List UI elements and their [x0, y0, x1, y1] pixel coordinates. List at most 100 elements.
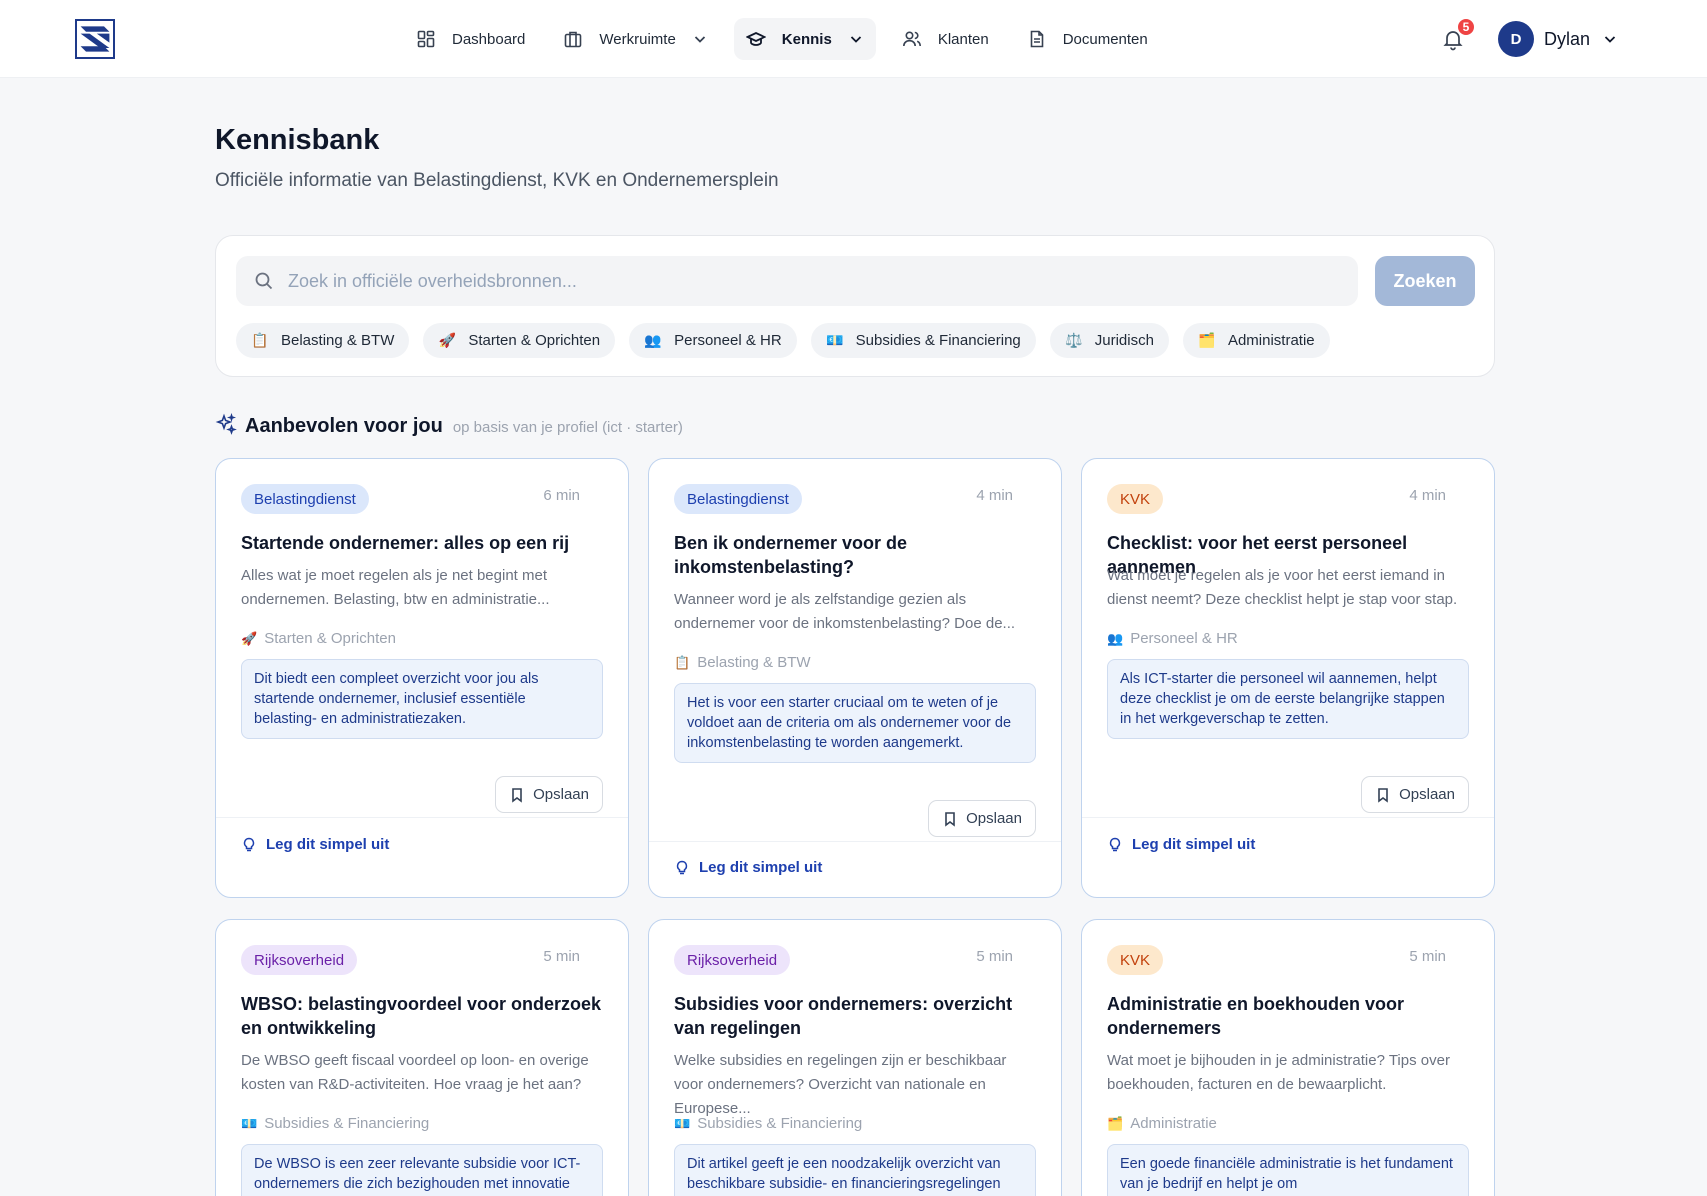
search-button[interactable]: Zoeken	[1375, 256, 1475, 306]
reading-time: 6 min	[543, 487, 580, 504]
article-title[interactable]: Startende ondernemer: alles op een rij	[241, 531, 606, 555]
user-menu[interactable]: D Dylan	[1498, 21, 1618, 57]
chip-juridisch[interactable]: ⚖️ Juridisch	[1049, 323, 1169, 358]
nav-documenten-label: Documenten	[1062, 30, 1148, 48]
lightbulb-icon	[674, 860, 690, 876]
article-title[interactable]: WBSO: belastingvoordeel voor onderzoek e…	[241, 992, 606, 1040]
reading-time: 5 min	[976, 948, 1013, 965]
source-badge: Rijksoverheid	[241, 945, 358, 975]
article-card[interactable]: KVK 4 min Checklist: voor het eerst pers…	[1081, 458, 1495, 898]
explain-simple-link[interactable]: Leg dit simpel uit	[1107, 836, 1255, 853]
save-button[interactable]: Opslaan	[495, 776, 603, 813]
recommendation-reason: De WBSO is een zeer relevante subsidie v…	[241, 1144, 603, 1196]
article-title[interactable]: Subsidies voor ondernemers: overzicht va…	[674, 992, 1039, 1040]
recommendation-reason: Een goede financiële administratie is he…	[1107, 1144, 1469, 1196]
save-label: Opslaan	[533, 786, 589, 803]
article-title[interactable]: Administratie en boekhouden voor onderne…	[1107, 992, 1472, 1040]
nav-dashboard-label: Dashboard	[452, 30, 526, 48]
article-description: Welke subsidies en regelingen zijn er be…	[674, 1052, 1007, 1117]
search-box	[236, 256, 1358, 306]
save-button[interactable]: Opslaan	[928, 800, 1036, 837]
folder-icon: 🗂️	[1107, 1115, 1124, 1131]
category-label: Administratie	[1130, 1115, 1217, 1132]
source-badge: Belastingdienst	[674, 484, 802, 514]
main-nav: Dashboard Werkruimte Kennis Klanten Docu…	[404, 18, 1174, 60]
source-badge: Belastingdienst	[241, 484, 369, 514]
chip-label: Administratie	[1227, 332, 1315, 349]
document-icon	[1027, 29, 1047, 49]
chip-subsidies-financiering[interactable]: 💶 Subsidies & Financiering	[810, 323, 1036, 358]
page-subtitle: Officiële informatie van Belastingdienst…	[215, 170, 779, 191]
nav-klanten-label: Klanten	[937, 30, 989, 48]
save-button[interactable]: Opslaan	[1361, 776, 1469, 813]
card-divider	[649, 841, 1061, 842]
bookmark-icon	[509, 787, 525, 803]
chip-belasting-btw[interactable]: 📋 Belasting & BTW	[236, 323, 410, 358]
chevron-down-icon	[1602, 31, 1618, 47]
recommended-note: op basis van je profiel (ict · starter)	[452, 419, 683, 436]
card-divider	[216, 817, 628, 818]
recommendation-reason: Dit artikel geeft je een noodzakelijk ov…	[674, 1144, 1036, 1196]
chevron-down-icon	[848, 31, 864, 47]
bookmark-icon	[942, 811, 958, 827]
category-filters: 📋 Belasting & BTW 🚀 Starten & Oprichten …	[236, 323, 1344, 358]
article-description: Wanneer word je als zelfstandige gezien …	[674, 591, 1016, 632]
chip-starten-oprichten[interactable]: 🚀 Starten & Oprichten	[423, 323, 616, 358]
chip-label: Belasting & BTW	[281, 332, 395, 349]
chip-label: Starten & Oprichten	[468, 332, 601, 349]
explain-simple-link[interactable]: Leg dit simpel uit	[241, 836, 389, 853]
chip-personeel-hr[interactable]: 👥 Personeel & HR	[629, 323, 797, 358]
save-label: Opslaan	[1399, 786, 1455, 803]
source-badge: KVK	[1107, 945, 1164, 975]
article-card[interactable]: Rijksoverheid 5 min Subsidies voor onder…	[648, 919, 1062, 1196]
recommended-header: Aanbevolen voor jou op basis van je prof…	[215, 410, 683, 438]
rocket-icon: 🚀	[241, 630, 258, 646]
explain-simple-link[interactable]: Leg dit simpel uit	[674, 859, 822, 876]
reading-time: 4 min	[976, 487, 1013, 504]
nav-dashboard[interactable]: Dashboard	[404, 18, 537, 60]
article-description: Wat moet je bijhouden in je administrati…	[1107, 1052, 1450, 1093]
article-card[interactable]: Belastingdienst 6 min Startende ondernem…	[215, 458, 629, 898]
article-title[interactable]: Ben ik ondernemer voor de inkomstenbelas…	[674, 531, 1039, 579]
save-label: Opslaan	[966, 810, 1022, 827]
chip-label: Juridisch	[1094, 332, 1154, 349]
article-category: 📋 Belasting & BTW	[674, 654, 811, 671]
search-input[interactable]	[288, 270, 1348, 292]
article-card[interactable]: Rijksoverheid 5 min WBSO: belastingvoord…	[215, 919, 629, 1196]
nav-kennis[interactable]: Kennis	[733, 18, 876, 60]
article-category: 🗂️ Administratie	[1107, 1115, 1217, 1132]
recommendation-reason: Dit biedt een compleet overzicht voor jo…	[241, 659, 603, 739]
top-navigation: Dashboard Werkruimte Kennis Klanten Docu…	[0, 0, 1707, 78]
scales-icon: ⚖️	[1065, 332, 1083, 348]
recommended-title: Aanbevolen voor jou	[245, 415, 443, 437]
notification-count-badge: 5	[1456, 17, 1476, 37]
source-badge: Rijksoverheid	[674, 945, 791, 975]
category-label: Subsidies & Financiering	[697, 1115, 863, 1132]
chip-label: Personeel & HR	[674, 332, 782, 349]
explain-label: Leg dit simpel uit	[699, 859, 823, 876]
explain-label: Leg dit simpel uit	[1132, 836, 1256, 853]
app-logo[interactable]	[75, 19, 115, 59]
money-icon: 💶	[674, 1115, 691, 1131]
people-icon: 👥	[1107, 630, 1124, 646]
category-label: Belasting & BTW	[697, 654, 811, 671]
graduation-cap-icon	[745, 29, 766, 49]
briefcase-icon	[563, 29, 583, 49]
search-panel: Zoeken 📋 Belasting & BTW 🚀 Starten & Opr…	[215, 235, 1495, 377]
search-icon	[254, 271, 274, 291]
chevron-down-icon	[692, 31, 708, 47]
nav-documenten[interactable]: Documenten	[1015, 18, 1160, 60]
page-title: Kennisbank	[215, 124, 380, 156]
nav-klanten[interactable]: Klanten	[890, 18, 1001, 60]
lightbulb-icon	[1107, 837, 1123, 853]
reading-time: 4 min	[1409, 487, 1446, 504]
article-category: 💶 Subsidies & Financiering	[674, 1115, 862, 1132]
chip-administratie[interactable]: 🗂️ Administratie	[1182, 323, 1330, 358]
recommendation-reason: Het is voor een starter cruciaal om te w…	[674, 683, 1036, 763]
nav-werkruimte[interactable]: Werkruimte	[551, 18, 719, 60]
article-card[interactable]: KVK 5 min Administratie en boekhouden vo…	[1081, 919, 1495, 1196]
dashboard-icon	[416, 29, 436, 49]
users-icon	[902, 29, 922, 49]
nav-kennis-label: Kennis	[781, 30, 832, 48]
article-card[interactable]: Belastingdienst 4 min Ben ik ondernemer …	[648, 458, 1062, 898]
